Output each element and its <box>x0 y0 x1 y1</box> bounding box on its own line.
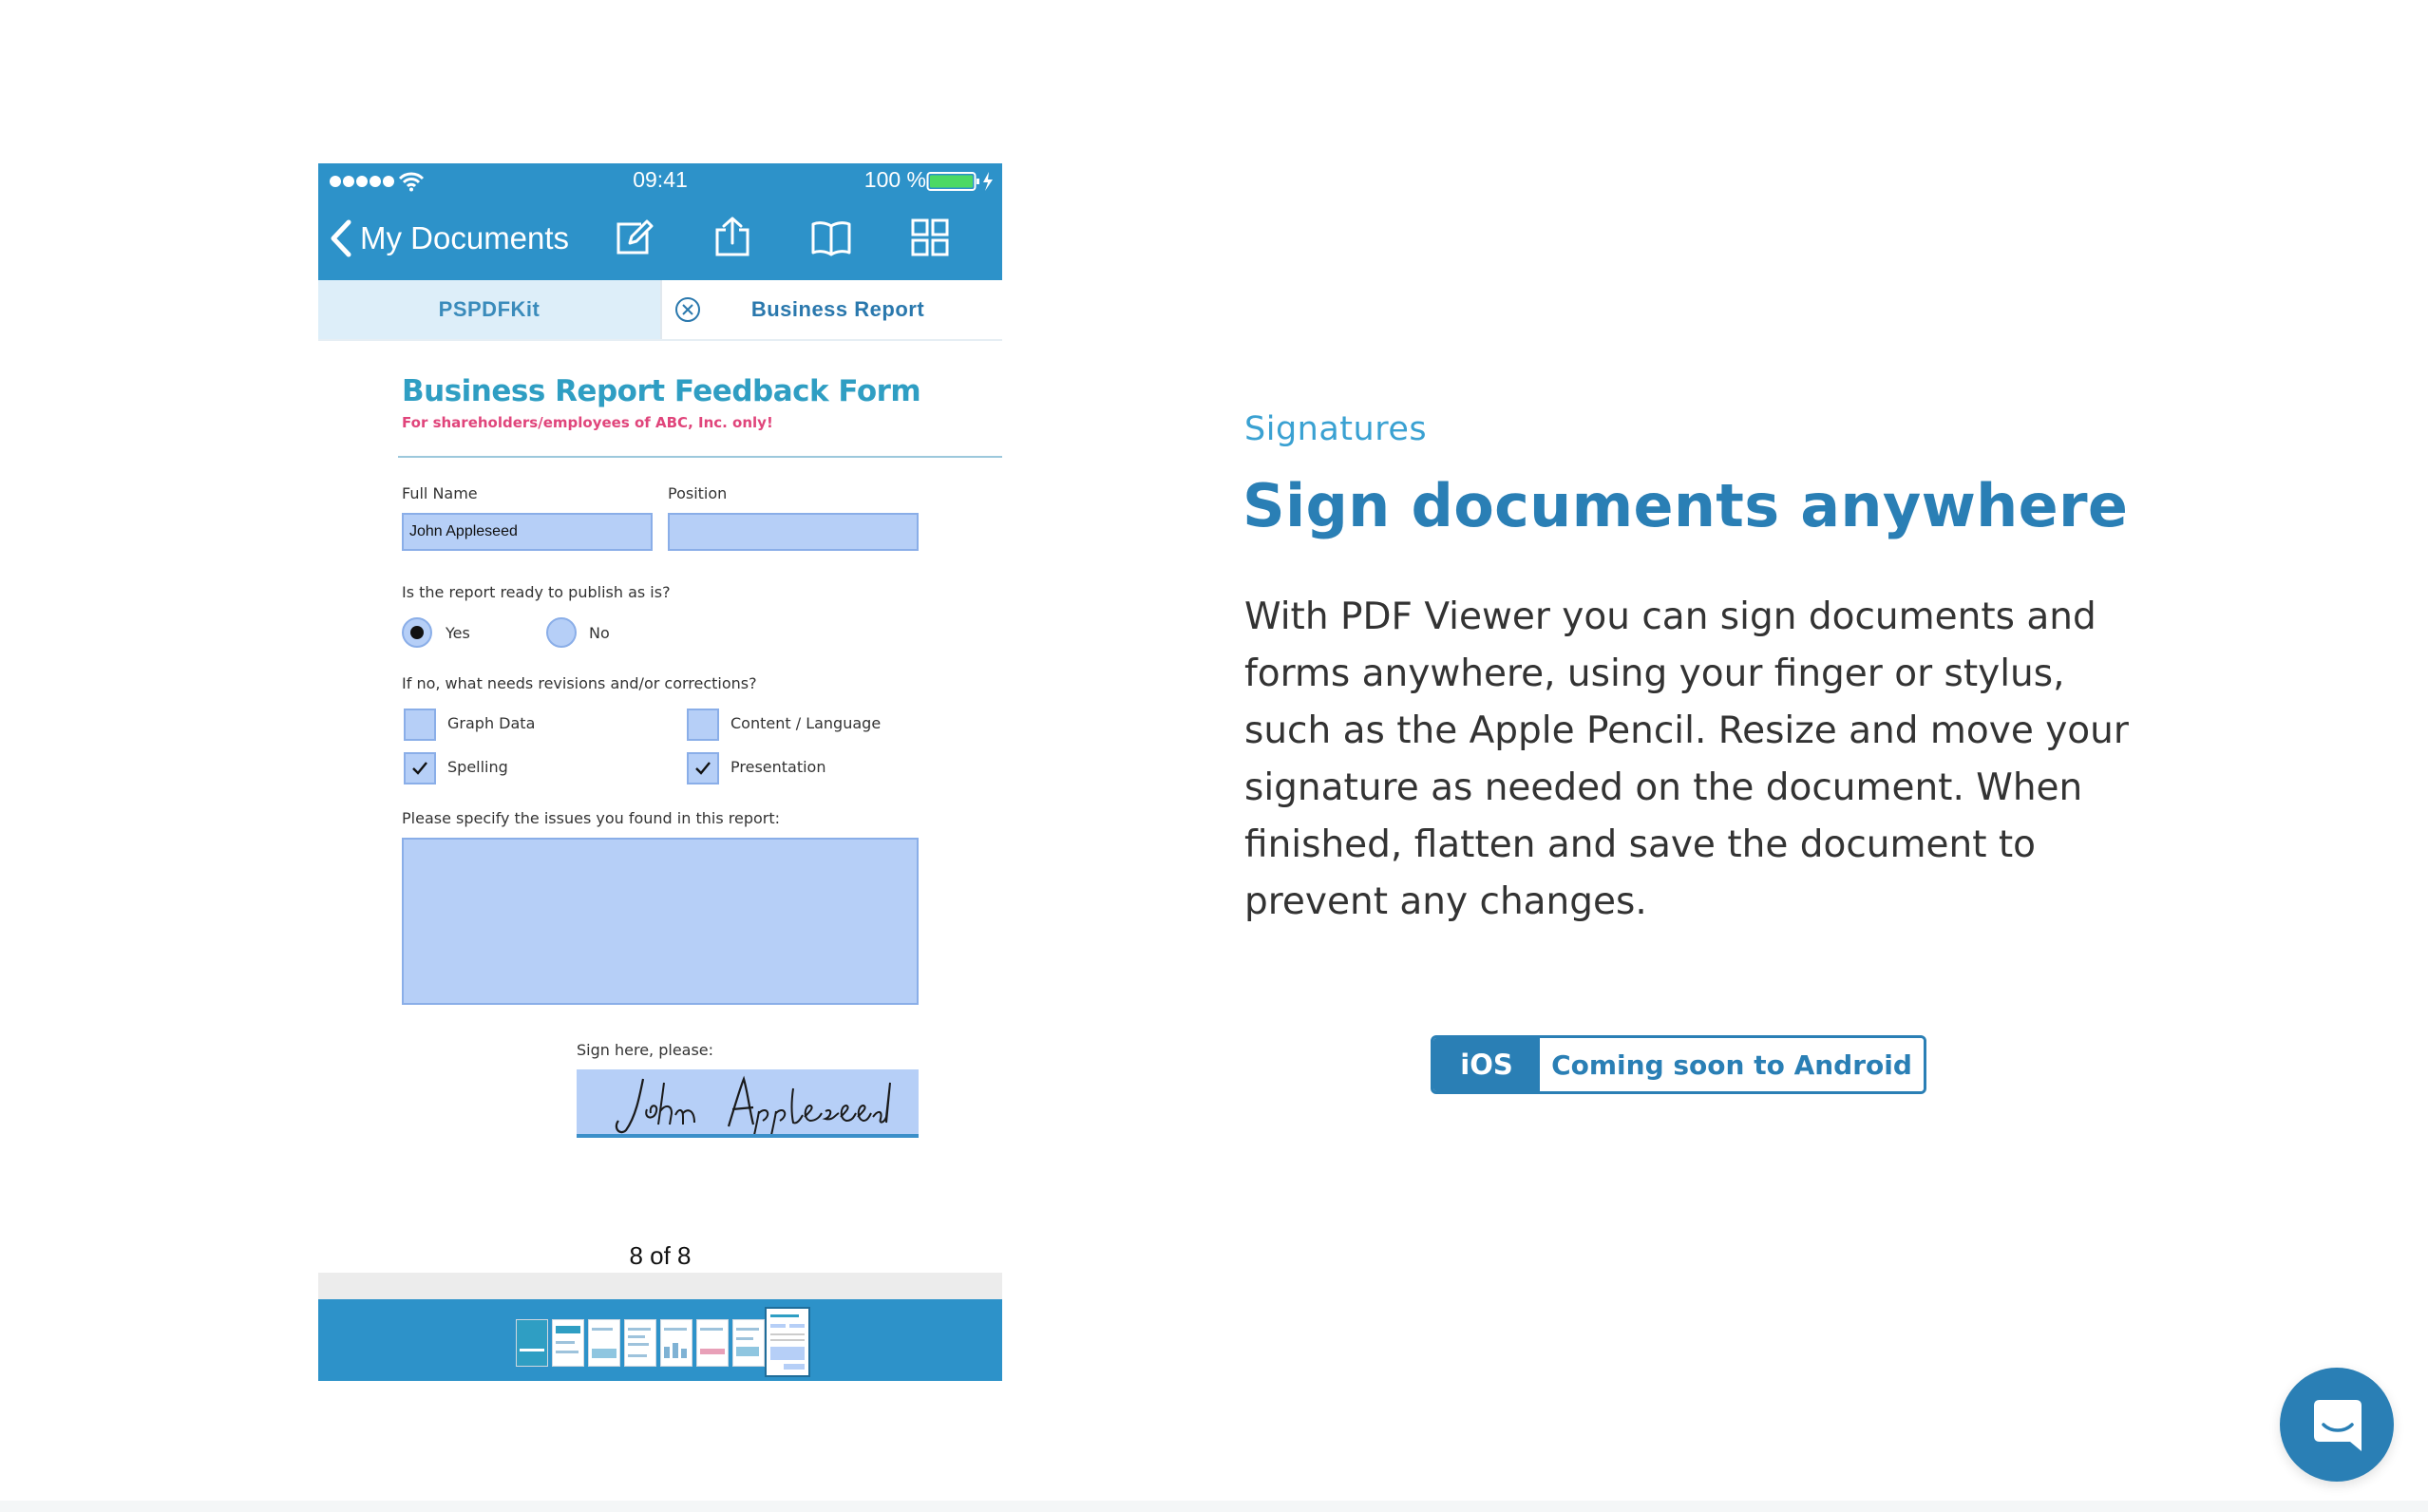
section-headline: Sign documents anywhere <box>1242 471 2129 540</box>
battery-percent: 100 % <box>863 167 926 192</box>
radio-yes-label: Yes <box>446 624 470 642</box>
tab-pspdfkit[interactable]: PSPDFKit <box>318 280 660 339</box>
radio-yes[interactable] <box>402 617 432 648</box>
form-subtitle: For shareholders/employees of ABC, Inc. … <box>402 414 773 431</box>
chevron-left-icon <box>331 219 351 257</box>
checkmark-icon <box>412 762 427 775</box>
page-thumbnail[interactable] <box>660 1319 692 1367</box>
page-thumbnail-active[interactable] <box>765 1307 810 1377</box>
edit-icon[interactable] <box>613 217 654 258</box>
page-thumbnail[interactable] <box>696 1319 729 1367</box>
radio-selected-dot <box>410 626 424 639</box>
page-thumbnail[interactable] <box>552 1319 584 1367</box>
section-description: With PDF Viewer you can sign documents a… <box>1244 595 2129 923</box>
tab-business-report-label: Business Report <box>750 297 925 321</box>
chat-bubble-icon <box>2314 1400 2362 1451</box>
checkbox-presentation-label: Presentation <box>730 758 826 776</box>
grid-icon[interactable] <box>909 217 951 258</box>
nav-bar: 09:41 100 % My Documents <box>318 163 1002 280</box>
document-tab-bar: PSPDFKit Business Report <box>318 280 1002 341</box>
signature-john-appleseed <box>615 1075 891 1141</box>
ios-platform-button[interactable]: iOS <box>1433 1038 1540 1091</box>
close-circle-icon[interactable] <box>673 295 702 324</box>
android-coming-soon-label: Coming soon to Android <box>1540 1038 1924 1091</box>
radio-no[interactable] <box>546 617 577 648</box>
footer-edge <box>0 1501 2428 1512</box>
checkbox-presentation[interactable] <box>687 752 719 784</box>
form-title: Business Report Feedback Form <box>402 374 921 408</box>
position-label: Position <box>668 484 728 502</box>
full-name-field[interactable]: John Appleseed <box>402 513 653 551</box>
share-icon[interactable] <box>711 217 753 258</box>
signature-field[interactable] <box>577 1069 919 1141</box>
thumbnail-strip-gap <box>318 1273 1002 1299</box>
checkbox-graph-data-label: Graph Data <box>447 714 536 732</box>
page-indicator: 8 of 8 <box>613 1238 708 1273</box>
issues-question: Please specify the issues you found in t… <box>402 809 780 827</box>
page-thumbnail-preview <box>770 1314 805 1370</box>
radio-no-label: No <box>589 624 610 642</box>
checkbox-graph-data[interactable] <box>404 709 436 741</box>
form-divider <box>398 456 1002 458</box>
checkbox-spelling[interactable] <box>404 752 436 784</box>
revisions-question: If no, what needs revisions and/or corre… <box>402 674 757 692</box>
page-thumbnail[interactable] <box>732 1319 765 1367</box>
full-name-label: Full Name <box>402 484 478 502</box>
page-thumbnail[interactable] <box>624 1319 656 1367</box>
battery-icon <box>926 172 993 191</box>
checkbox-spelling-label: Spelling <box>447 758 508 776</box>
phone-mockup: 09:41 100 % My Documents PSPDFKit Busine… <box>318 163 1002 1381</box>
position-field[interactable] <box>668 513 919 551</box>
page-thumbnail[interactable] <box>588 1319 620 1367</box>
publish-question: Is the report ready to publish as is? <box>402 583 671 601</box>
platform-availability: iOS Coming soon to Android <box>1431 1035 1926 1094</box>
sign-here-label: Sign here, please: <box>577 1041 714 1059</box>
chat-launcher-button[interactable] <box>2280 1368 2394 1482</box>
checkmark-icon <box>695 762 711 775</box>
checkbox-content-language[interactable] <box>687 709 719 741</box>
tab-business-report[interactable]: Business Report <box>660 280 1002 339</box>
section-eyebrow: Signatures <box>1244 410 1428 448</box>
checkbox-content-language-label: Content / Language <box>730 714 882 732</box>
book-icon[interactable] <box>810 217 852 258</box>
back-button[interactable]: My Documents <box>330 215 569 262</box>
issues-textarea[interactable] <box>402 838 919 1005</box>
back-label: My Documents <box>360 220 570 255</box>
page-thumbnail[interactable] <box>516 1319 548 1367</box>
